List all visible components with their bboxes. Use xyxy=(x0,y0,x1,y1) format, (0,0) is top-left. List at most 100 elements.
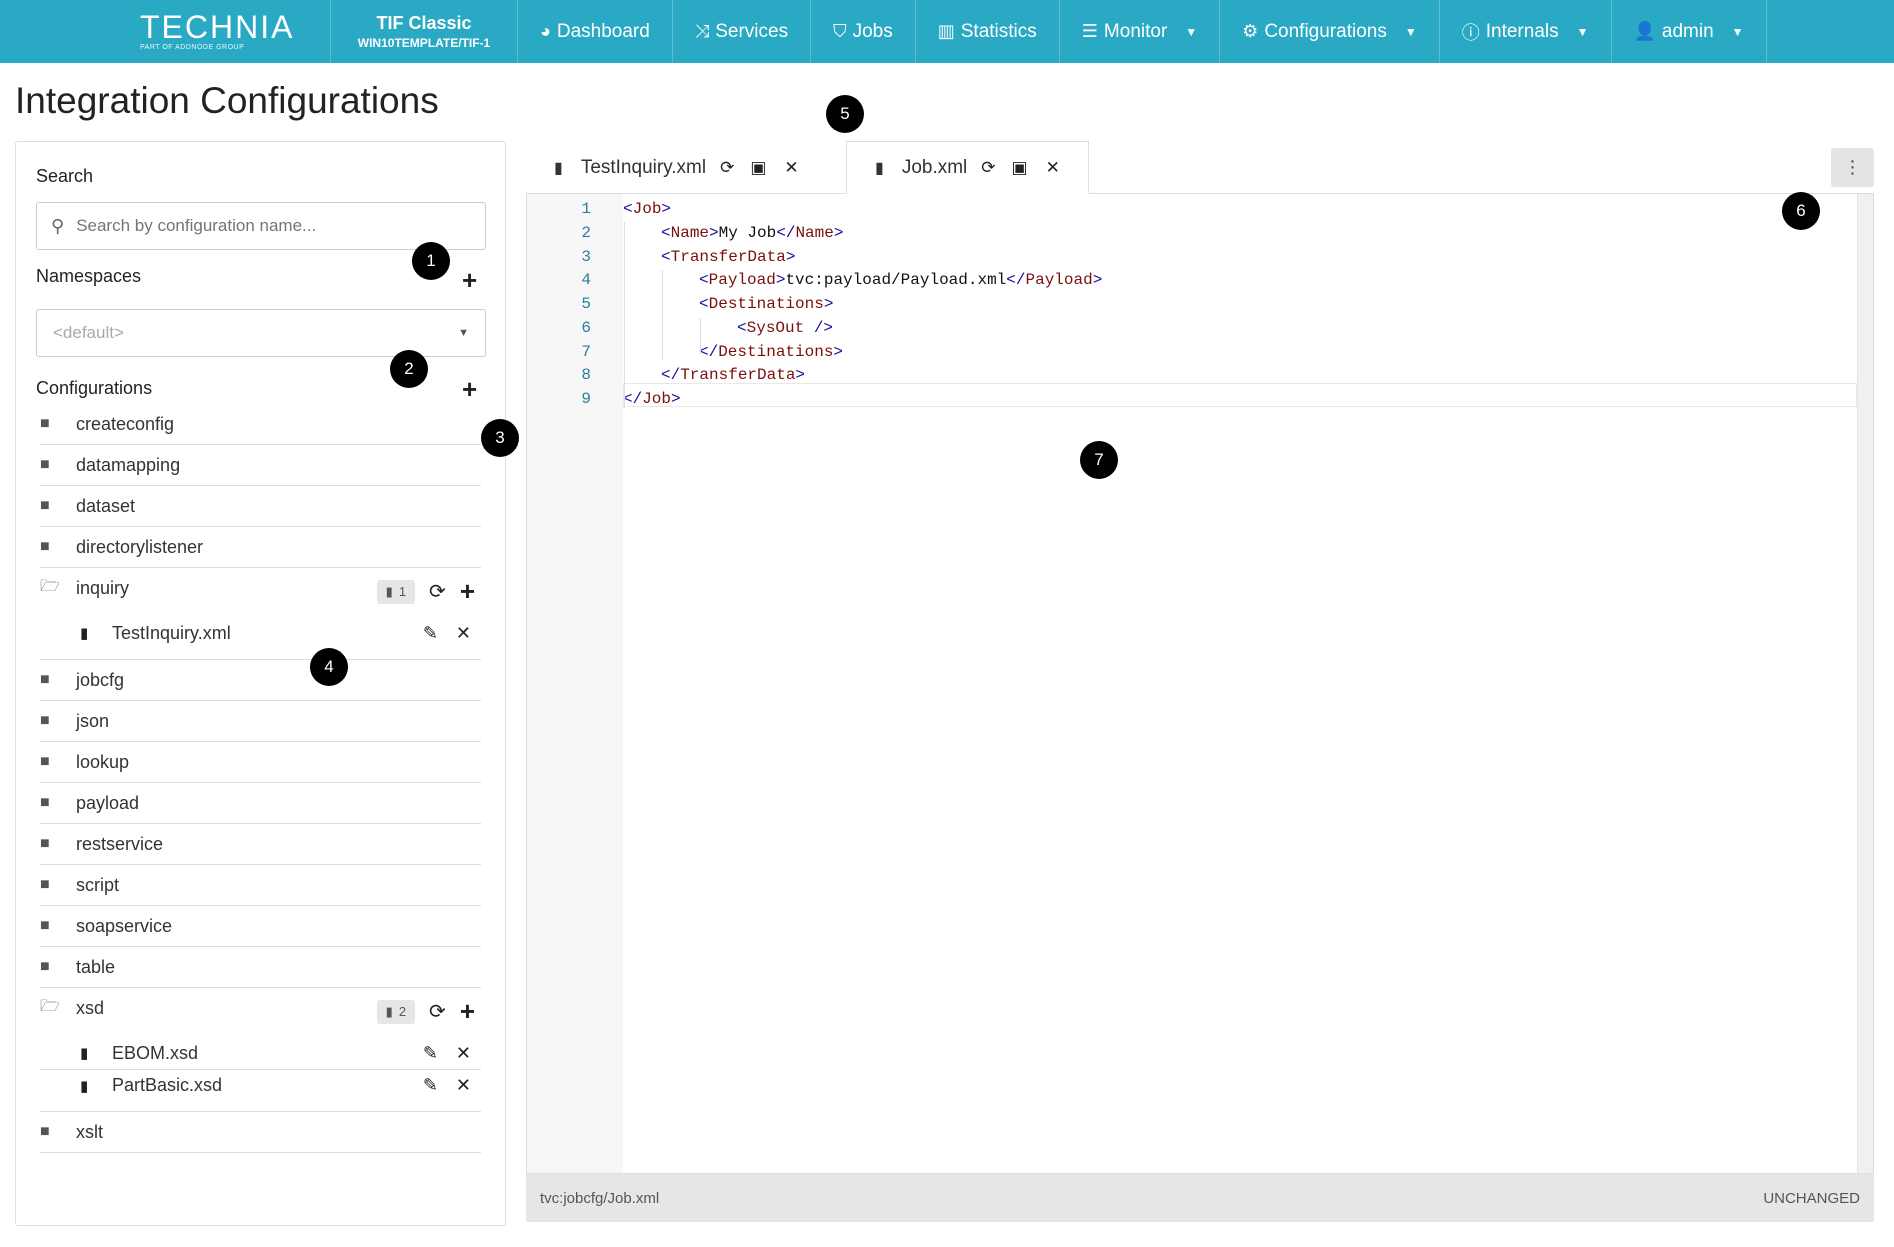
brand-logo[interactable]: TECHNIA PART OF ADDNODE GROUP xyxy=(0,0,330,63)
save-icon[interactable]: ▣ xyxy=(750,158,766,178)
folder-icon: ■ xyxy=(40,538,50,555)
folder-item[interactable]: ■ json xyxy=(40,701,481,742)
editor-tab[interactable]: ▮ Job.xml ⟳ ▣ ✕ xyxy=(846,141,1089,194)
folder-item[interactable]: ■ lookup xyxy=(40,742,481,783)
code-token: > xyxy=(671,390,681,408)
code-token: > xyxy=(775,271,786,290)
folder-item[interactable]: ■ soapservice xyxy=(40,906,481,947)
nav-item-dashboard[interactable]: ◕ Dashboard xyxy=(518,0,673,63)
add-file-button[interactable]: + xyxy=(460,996,475,1027)
folder-icon: ■ xyxy=(40,835,50,852)
nav-item-monitor[interactable]: ☰ Monitor ▼ xyxy=(1060,0,1221,63)
folder-name: script xyxy=(76,874,120,895)
folder-name: directorylistener xyxy=(76,536,204,557)
code-text-area[interactable]: <Job> <Name>My Job</Name> <TransferData> <P… xyxy=(623,194,1857,1173)
configurations-label: Configurations xyxy=(36,378,153,398)
dashboard-icon: ◕ xyxy=(540,21,551,41)
search-field[interactable]: ⚲ xyxy=(36,202,486,250)
code-token: < xyxy=(623,200,633,218)
code-line: <SysOut /> xyxy=(737,317,833,341)
nav-item-admin[interactable]: 👤 admin ▼ xyxy=(1612,0,1767,63)
reload-icon[interactable]: ⟳ xyxy=(720,158,734,178)
code-line: <Destinations> xyxy=(699,293,833,317)
file-icon: ▮ xyxy=(385,1003,393,1019)
namespaces-label: Namespaces xyxy=(36,266,142,286)
search-label: Search xyxy=(36,166,94,186)
close-icon[interactable]: ✕ xyxy=(1046,158,1060,178)
instance-name: TIF Classic xyxy=(376,13,472,33)
pencil-icon[interactable]: ✎ xyxy=(423,1075,438,1096)
refresh-icon[interactable]: ⟳ xyxy=(429,999,446,1024)
nav-item-label: Dashboard xyxy=(556,20,650,42)
code-token: Destinations xyxy=(718,342,834,361)
folder-item[interactable]: ■ datamapping xyxy=(40,445,481,486)
instance-host: WIN10TEMPLATE/TIF-1 xyxy=(357,36,491,50)
file-icon: ▮ xyxy=(875,159,884,177)
folder-item[interactable]: ■ createconfig xyxy=(40,404,481,445)
line-number: 7 xyxy=(581,342,591,361)
namespace-select[interactable]: <default> ▼ xyxy=(36,309,486,357)
line-number: 2 xyxy=(581,223,591,242)
folder-item[interactable]: ■ restservice xyxy=(40,824,481,865)
add-namespace-button[interactable]: + xyxy=(462,267,477,293)
folder-item[interactable]: ■ xslt xyxy=(40,1112,481,1153)
file-count: 1 xyxy=(398,584,407,599)
nav-item-configurations[interactable]: ⚙ Configurations ▼ xyxy=(1220,0,1440,63)
indent-guide xyxy=(700,318,701,354)
code-line: </Destinations> xyxy=(699,341,843,365)
close-icon[interactable]: ✕ xyxy=(456,1075,471,1096)
nav-item-label: Statistics xyxy=(960,20,1037,42)
nav-item-jobs[interactable]: ⛉ Jobs xyxy=(811,0,916,63)
save-icon[interactable]: ▣ xyxy=(1012,158,1028,178)
code-token: SysOut xyxy=(746,318,805,337)
nav-item-label: Jobs xyxy=(852,20,893,42)
file-item[interactable]: ▮ TestInquiry.xml ✎ ✕ xyxy=(40,617,481,649)
close-icon[interactable]: ✕ xyxy=(784,158,798,178)
more-options-button[interactable]: ⋮ xyxy=(1831,148,1874,187)
editor-tabs: ▮ TestInquiry.xml ⟳ ▣ ✕ ▮ Job.xml ⟳ ▣ ✕ xyxy=(526,141,1874,194)
nav-item-services[interactable]: ⤨ Services xyxy=(673,0,812,63)
code-token: tvc:payload/Payload.xml xyxy=(785,271,1007,290)
file-item[interactable]: ▮ EBOM.xsd ✎ ✕ xyxy=(40,1037,481,1069)
code-editor[interactable]: 123456789 <Job> <Name>My Job</Name> <Trans… xyxy=(526,194,1874,1174)
folder-tools: ▮ 1 ⟳ + xyxy=(376,576,475,607)
close-icon[interactable]: ✕ xyxy=(456,1043,471,1064)
chevron-down-icon: ▼ xyxy=(1185,24,1198,39)
add-configuration-button[interactable]: + xyxy=(462,376,477,402)
code-token: > xyxy=(785,247,796,266)
nav-item-internals[interactable]: ⓘ Internals ▼ xyxy=(1440,0,1612,63)
code-token: > xyxy=(795,366,806,385)
folder-item[interactable]: 🗁 xsd ▮ 2 ⟳ + xyxy=(40,988,481,1029)
editor-scrollbar[interactable] xyxy=(1857,194,1873,1173)
configuration-list: ■ createconfig ■ datamapping ■ dataset ■ direct… xyxy=(40,404,481,1153)
file-list: ▮ TestInquiry.xml ✎ ✕ xyxy=(40,609,481,660)
reload-icon[interactable]: ⟳ xyxy=(981,158,995,178)
folder-item[interactable]: ■ dataset xyxy=(40,486,481,527)
refresh-icon[interactable]: ⟳ xyxy=(429,579,446,604)
code-line: <TransferData> xyxy=(661,246,795,270)
file-item[interactable]: ▮ PartBasic.xsd ✎ ✕ xyxy=(40,1069,481,1101)
callout-marker: 5 xyxy=(826,95,864,133)
file-icon: ▮ xyxy=(80,1045,89,1062)
close-icon[interactable]: ✕ xyxy=(456,623,471,644)
config-sidebar: Search ⚲ Namespaces + <default> ▼ Config… xyxy=(15,141,506,1226)
chevron-down-icon: ▼ xyxy=(1404,24,1417,39)
editor-tab[interactable]: ▮ TestInquiry.xml ⟳ ▣ ✕ xyxy=(526,141,827,194)
search-input[interactable] xyxy=(76,216,457,236)
folder-item[interactable]: 🗁 inquiry ▮ 1 ⟳ + xyxy=(40,568,481,609)
add-file-button[interactable]: + xyxy=(460,576,475,607)
code-token: /> xyxy=(804,318,834,337)
code-line: <Job> xyxy=(623,198,671,222)
folder-icon: ■ xyxy=(40,712,50,729)
pencil-icon[interactable]: ✎ xyxy=(423,623,438,644)
folder-item[interactable]: ■ script xyxy=(40,865,481,906)
folder-item[interactable]: ■ table xyxy=(40,947,481,988)
folder-item[interactable]: ■ directorylistener xyxy=(40,527,481,568)
file-tools: ✎ ✕ xyxy=(423,1043,471,1064)
folder-name: soapservice xyxy=(76,915,173,936)
nav-item-statistics[interactable]: ▥ Statistics xyxy=(916,0,1060,63)
folder-item[interactable]: ■ payload xyxy=(40,783,481,824)
folder-item[interactable]: ■ jobcfg xyxy=(40,660,481,701)
folder-name: inquiry xyxy=(76,578,130,598)
pencil-icon[interactable]: ✎ xyxy=(423,1043,438,1064)
